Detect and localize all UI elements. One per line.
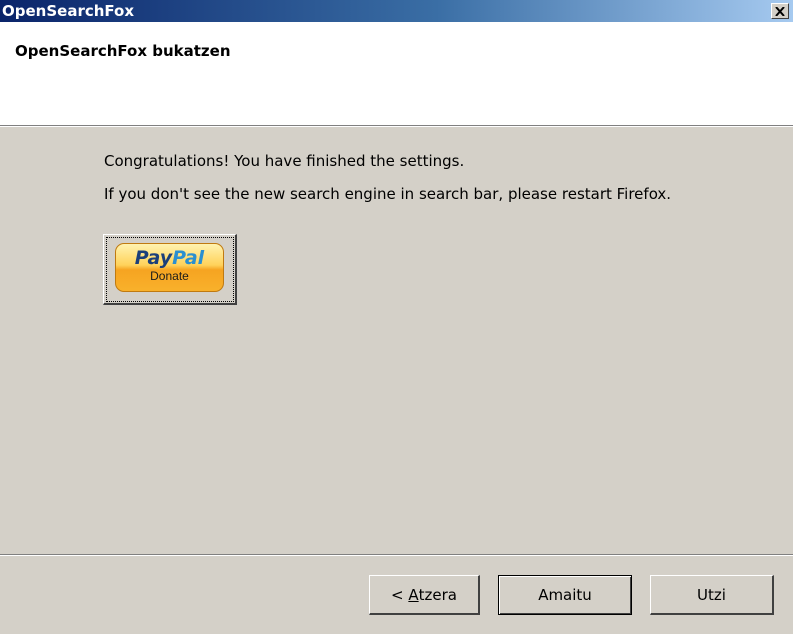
wizard-content: Congratulations! You have finished the s… [0,127,793,554]
paypal-donate-label: Donate [150,269,189,283]
footer-divider [0,554,793,556]
close-icon [775,6,785,16]
restart-hint-text: If you don't see the new search engine i… [104,185,672,203]
wizard-header [0,22,793,125]
back-button-mnemonic: A [408,585,419,604]
window-title: OpenSearchFox [2,2,135,20]
paypal-badge: PayPal Donate [115,243,224,292]
cancel-button[interactable]: Utzi [650,575,774,615]
page-title: OpenSearchFox bukatzen [15,42,231,60]
paypal-logo-pal: Pal [172,247,205,269]
paypal-logo-pay: Pay [134,247,173,269]
paypal-logo: PayPal [116,247,223,269]
back-button-rest: tzera [418,585,457,604]
back-button-prefix: < [391,585,409,604]
paypal-donate-button[interactable]: PayPal Donate [103,234,237,305]
close-button[interactable] [771,3,789,19]
congratulations-text: Congratulations! You have finished the s… [104,152,465,170]
back-button[interactable]: < Atzera [369,575,480,615]
finish-button[interactable]: Amaitu [498,575,632,615]
wizard-window: OpenSearchFox OpenSearchFox bukatzen Con… [0,0,793,634]
title-bar[interactable]: OpenSearchFox [0,0,793,22]
